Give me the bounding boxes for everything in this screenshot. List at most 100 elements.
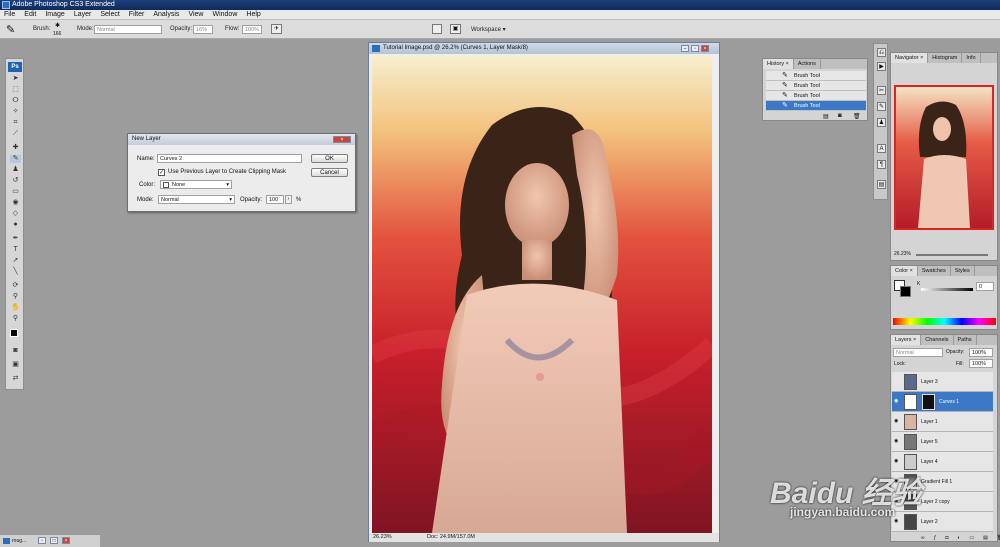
menu-edit[interactable]: Edit xyxy=(24,10,36,19)
screen-mode-icon[interactable]: ▣ xyxy=(10,361,21,369)
ok-button[interactable]: OK xyxy=(311,154,348,163)
hand-tool-icon[interactable]: ✋ xyxy=(10,304,21,312)
channel-value[interactable]: 0 xyxy=(976,282,994,291)
maximize-button[interactable]: ▫ xyxy=(691,45,699,52)
menu-window[interactable]: Window xyxy=(212,10,237,19)
close-button[interactable]: × xyxy=(701,45,709,52)
flow-field[interactable]: 100% xyxy=(242,25,262,34)
slice-tool-icon[interactable]: ⟋ xyxy=(10,130,21,138)
eraser-tool-icon[interactable]: ▭ xyxy=(10,188,21,196)
tab-history[interactable]: History × xyxy=(763,59,794,69)
opacity-stepper[interactable]: › xyxy=(285,195,292,204)
document-zoom[interactable]: 26.23% xyxy=(373,534,392,540)
lasso-tool-icon[interactable]: ⵔ xyxy=(10,97,21,105)
new-layer-icon[interactable]: ▤ xyxy=(983,535,988,542)
minimize-button[interactable]: – xyxy=(681,45,689,52)
tab-channels[interactable]: Channels xyxy=(921,335,954,345)
image-canvas[interactable] xyxy=(372,55,712,533)
move-tool-icon[interactable]: ➤ xyxy=(10,75,21,83)
eye-icon[interactable]: ◉ xyxy=(894,439,901,444)
blur-tool-icon[interactable]: ◇ xyxy=(10,210,21,218)
history-item[interactable]: ✎ Brush Tool xyxy=(766,101,866,111)
clipping-mask-checkbox[interactable]: ✓ xyxy=(158,169,165,176)
menu-filter[interactable]: Filter xyxy=(129,10,145,19)
mode-select[interactable]: Normal ▾ xyxy=(158,195,235,204)
history-brush-tool-icon[interactable]: ↺ xyxy=(10,177,21,185)
layer-comps-dock-icon[interactable]: ▤ xyxy=(877,180,886,189)
foreground-color-swatch[interactable] xyxy=(10,329,18,337)
snapshot-icon[interactable]: ◙ xyxy=(838,113,842,119)
layer-row[interactable]: ◉ Curves 1 xyxy=(892,392,993,412)
eye-icon[interactable]: ◉ xyxy=(894,399,901,404)
new-group-icon[interactable]: ▭ xyxy=(969,535,974,542)
fill-field[interactable]: 100% xyxy=(969,359,993,368)
restore-button[interactable]: ▫ xyxy=(38,537,46,544)
tab-actions[interactable]: Actions xyxy=(794,59,821,69)
eye-icon[interactable]: ◉ xyxy=(894,459,901,464)
layer-row[interactable]: ◉ Layer 1 xyxy=(892,412,993,432)
tab-color[interactable]: Color × xyxy=(891,266,918,276)
opacity-input[interactable]: 100 xyxy=(266,195,284,204)
layer-name-input[interactable]: Curves 2 xyxy=(157,154,302,163)
maximize-button[interactable]: □ xyxy=(50,537,58,544)
blend-mode-select[interactable]: Normal xyxy=(893,348,943,357)
healing-brush-tool-icon[interactable]: ✚ xyxy=(10,144,21,152)
menu-file[interactable]: File xyxy=(4,10,15,19)
mode-select[interactable]: Normal xyxy=(94,25,162,34)
shape-tool-icon[interactable]: ╲ xyxy=(10,268,21,276)
tab-histogram[interactable]: Histogram xyxy=(928,53,963,63)
type-tool-icon[interactable]: T xyxy=(10,246,21,254)
layer-opacity-field[interactable]: 100% xyxy=(969,348,993,357)
menu-select[interactable]: Select xyxy=(100,10,119,19)
history-item[interactable]: ✎ Brush Tool xyxy=(766,81,866,91)
color-slider[interactable] xyxy=(921,288,973,291)
layer-style-icon[interactable]: ƒ xyxy=(934,535,937,542)
cancel-button[interactable]: Cancel xyxy=(311,168,348,177)
tab-swatches[interactable]: Swatches xyxy=(918,266,951,276)
clone-stamp-tool-icon[interactable]: ♟ xyxy=(10,166,21,174)
quick-mask-icon[interactable]: ◙ xyxy=(10,347,21,355)
navigator-zoom[interactable]: 26.23% xyxy=(894,251,911,257)
bridge-icon[interactable] xyxy=(432,24,442,34)
brush-tip-icon[interactable]: ✱ xyxy=(55,22,60,29)
dialog-close-button[interactable]: × xyxy=(333,136,351,143)
workspace-menu[interactable]: Workspace ▾ xyxy=(471,26,506,33)
navigator-zoom-slider[interactable] xyxy=(916,254,988,256)
history-dock-icon[interactable]: ⎌ xyxy=(877,48,886,57)
tab-styles[interactable]: Styles xyxy=(951,266,975,276)
marquee-tool-icon[interactable]: ⬚ xyxy=(10,86,21,94)
menu-analysis[interactable]: Analysis xyxy=(153,10,179,19)
menu-image[interactable]: Image xyxy=(45,10,64,19)
visibility-toggle[interactable] xyxy=(894,379,901,384)
tab-info[interactable]: Info xyxy=(962,53,981,63)
layer-mask-thumbnail[interactable] xyxy=(922,394,935,410)
brushes-dock-icon[interactable]: ✎ xyxy=(877,102,886,111)
tab-paths[interactable]: Paths xyxy=(954,335,977,345)
layer-row[interactable]: ◉ Layer 5 xyxy=(892,432,993,452)
close-button[interactable]: × xyxy=(62,537,70,544)
navigator-thumbnail[interactable] xyxy=(894,85,994,230)
color-ramp[interactable] xyxy=(893,318,996,325)
eye-icon[interactable]: ◉ xyxy=(894,519,901,524)
eye-icon[interactable]: ◉ xyxy=(894,419,901,424)
eyedropper-tool-icon[interactable]: ⚲ xyxy=(10,293,21,301)
airbrush-icon[interactable]: ✈ xyxy=(271,24,282,34)
actions-dock-icon[interactable]: ▶ xyxy=(877,62,886,71)
brush-tool-icon[interactable]: ✎ xyxy=(10,155,21,163)
tab-layers[interactable]: Layers × xyxy=(891,335,922,345)
color-select[interactable]: None ▾ xyxy=(160,180,232,189)
layer-row[interactable]: Layer 3 xyxy=(892,372,993,392)
paragraph-dock-icon[interactable]: ¶ xyxy=(877,160,886,169)
trash-icon[interactable]: 🗑 xyxy=(853,113,861,120)
tool-presets-dock-icon[interactable]: ✂ xyxy=(877,86,886,95)
opacity-field[interactable]: 16% xyxy=(193,25,213,34)
history-item[interactable]: ✎ Brush Tool xyxy=(766,71,866,81)
dodge-tool-icon[interactable]: ● xyxy=(10,221,21,229)
character-dock-icon[interactable]: A xyxy=(877,144,886,153)
menu-view[interactable]: View xyxy=(188,10,203,19)
tab-navigator[interactable]: Navigator × xyxy=(891,53,929,63)
pen-tool-icon[interactable]: ✒ xyxy=(10,235,21,243)
add-mask-icon[interactable]: ◘ xyxy=(945,535,948,542)
adjustment-layer-icon[interactable]: ◐ xyxy=(957,535,960,542)
magic-wand-tool-icon[interactable]: ✧ xyxy=(10,108,21,116)
